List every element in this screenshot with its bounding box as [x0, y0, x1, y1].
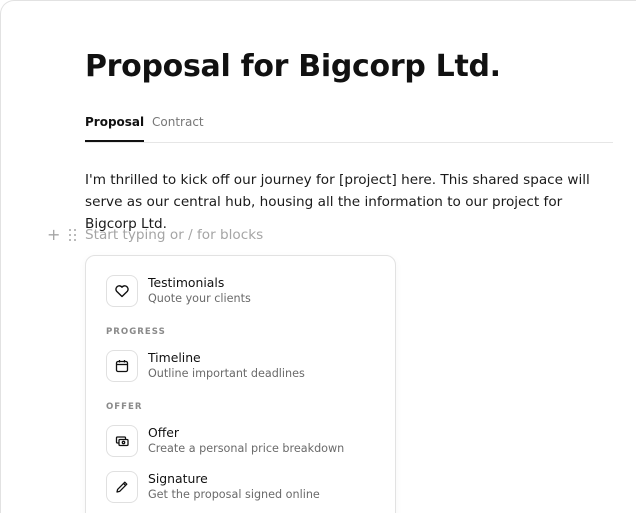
menu-item-testimonials[interactable]: Testimonials Quote your clients	[106, 275, 386, 311]
price-tag-icon	[106, 425, 138, 457]
add-block-icon[interactable]: +	[47, 226, 60, 244]
heart-icon	[106, 275, 138, 307]
menu-item-signature[interactable]: Signature Get the proposal signed online	[106, 471, 386, 507]
block-placeholder[interactable]: Start typing or / for blocks	[85, 226, 263, 244]
empty-block-row: + Start typing or / for blocks	[47, 226, 547, 246]
section-label-offer: OFFER	[106, 402, 143, 412]
page-title: Proposal for Bigcorp Ltd.	[85, 49, 501, 84]
section-label-progress: PROGRESS	[106, 327, 166, 337]
menu-item-title: Offer	[148, 425, 180, 440]
menu-item-title: Timeline	[148, 350, 201, 365]
menu-item-title: Signature	[148, 471, 208, 486]
editor-page: Proposal for Bigcorp Ltd. Proposal Contr…	[0, 0, 636, 513]
tab-proposal[interactable]: Proposal	[85, 115, 145, 142]
menu-item-description: Get the proposal signed online	[148, 488, 320, 501]
pen-icon	[106, 471, 138, 503]
tab-contract[interactable]: Contract	[152, 115, 204, 129]
menu-item-description: Outline important deadlines	[148, 367, 305, 380]
drag-handle-icon[interactable]	[69, 229, 77, 242]
menu-item-title: Testimonials	[148, 275, 225, 290]
calendar-icon	[106, 350, 138, 382]
tab-bar: Proposal Contract	[85, 113, 613, 143]
menu-item-description: Quote your clients	[148, 292, 251, 305]
block-menu: Testimonials Quote your clients PROGRESS…	[85, 255, 396, 513]
menu-item-timeline[interactable]: Timeline Outline important deadlines	[106, 350, 386, 386]
menu-item-description: Create a personal price breakdown	[148, 442, 345, 455]
menu-item-offer[interactable]: Offer Create a personal price breakdown	[106, 425, 386, 461]
